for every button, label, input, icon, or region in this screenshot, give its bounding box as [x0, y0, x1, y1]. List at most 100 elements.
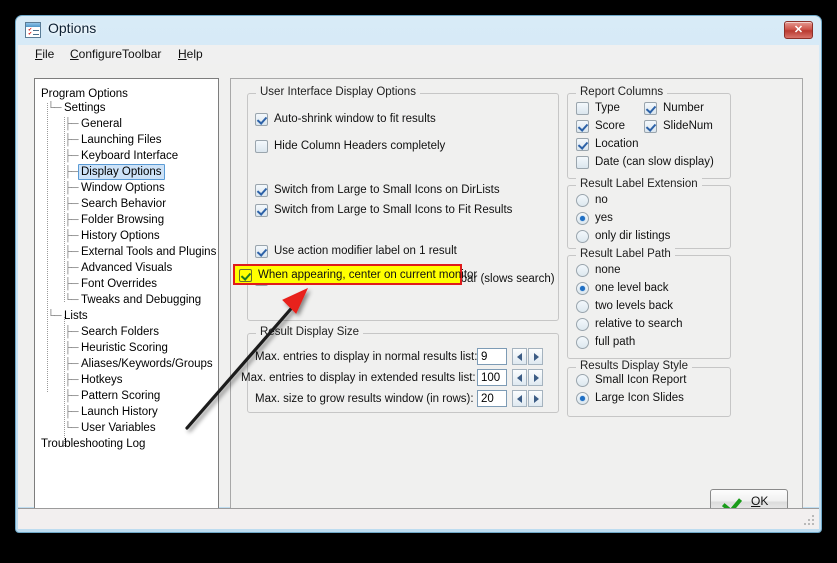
tree-item-keyboard-interface[interactable]: Keyboard Interface	[81, 149, 178, 163]
checkbox-box	[255, 204, 268, 217]
tree-item-heuristic-scoring[interactable]: Heuristic Scoring	[81, 341, 168, 355]
label-max-entries-normal: Max. entries to display in normal result…	[255, 351, 478, 363]
group-report-columns-title: Report Columns	[576, 86, 668, 98]
checkbox-label: Auto-shrink window to fit results	[274, 113, 436, 125]
radio-label: none	[595, 264, 621, 276]
input-max-entries-normal[interactable]: 9	[477, 348, 507, 365]
tree-item-pattern-scoring[interactable]: Pattern Scoring	[81, 389, 160, 403]
tree-item-general[interactable]: General	[81, 117, 122, 131]
radio-dot	[576, 318, 589, 331]
tree-item-program-options[interactable]: Program Options	[41, 87, 128, 101]
window-title: Options	[48, 20, 97, 36]
radio-label: Large Icon Slides	[595, 392, 684, 404]
input-max-grow-rows[interactable]: 20	[477, 390, 507, 407]
checkbox-box	[576, 120, 589, 133]
radio-label: two levels back	[595, 300, 673, 312]
tree-item-folder-browsing[interactable]: Folder Browsing	[81, 213, 164, 227]
spinner-max-entries-extended[interactable]	[512, 369, 544, 386]
tree-item-launching-files[interactable]: Launching Files	[81, 133, 162, 147]
label-max-entries-extended: Max. entries to display in extended resu…	[241, 372, 476, 384]
menu-help[interactable]: Help	[173, 47, 208, 62]
checkbox-label: Location	[595, 138, 639, 150]
tree-item-advanced-visuals[interactable]: Advanced Visuals	[81, 261, 172, 275]
tree-item-launch-history[interactable]: Launch History	[81, 405, 158, 419]
input-max-entries-extended[interactable]: 100	[477, 369, 507, 386]
group-results-display-style-title: Results Display Style	[576, 360, 693, 372]
checkbox-box	[576, 156, 589, 169]
radio-dot	[576, 282, 589, 295]
group-result-display-size-title: Result Display Size	[256, 326, 364, 338]
tree-item-hotkeys[interactable]: Hotkeys	[81, 373, 123, 387]
tree-item-troubleshooting-log[interactable]: Troubleshooting Log	[41, 437, 145, 451]
radio-label: full path	[595, 336, 636, 348]
checkbox-label: SlideNum	[663, 120, 713, 132]
tree-item-external-tools-and-plugins[interactable]: External Tools and Plugins	[81, 245, 216, 259]
spinner-decrement-icon[interactable]	[512, 369, 527, 386]
spinner-decrement-icon[interactable]	[512, 390, 527, 407]
spinner-increment-icon[interactable]	[528, 348, 543, 365]
client-area: Program Options └─ Settings ├─ General ├…	[18, 64, 819, 525]
checkbox-box	[576, 102, 589, 115]
spinner-max-entries-normal[interactable]	[512, 348, 544, 365]
checkbox-box	[644, 120, 657, 133]
checkbox-box	[255, 113, 268, 126]
options-window-icon: ✔ ✔	[25, 22, 41, 38]
radio-label: one level back	[595, 282, 669, 294]
checkbox-box	[644, 102, 657, 115]
group-result-label-extension-title: Result Label Extension	[576, 178, 702, 190]
radio-label: Small Icon Report	[595, 374, 687, 386]
checkbox-label: Score	[595, 120, 626, 132]
checkbox-box	[576, 138, 589, 151]
radio-dot	[576, 230, 589, 243]
settings-panel: User Interface Display Options Auto-shri…	[230, 78, 803, 525]
radio-label: yes	[595, 212, 613, 224]
checkbox-label: Switch from Large to Small Icons to Fit …	[274, 204, 513, 216]
radio-label: no	[595, 194, 608, 206]
checkbox-box	[255, 184, 268, 197]
menu-bar: File ConfigureToolbar Help	[18, 45, 819, 65]
resize-grip[interactable]	[804, 515, 816, 527]
group-ui-display-options-title: User Interface Display Options	[256, 86, 420, 98]
checkbox-label: Use action modifier label on 1 result	[274, 245, 457, 257]
spinner-max-grow-rows[interactable]	[512, 390, 544, 407]
checkbox-label: Type	[595, 102, 620, 114]
close-icon[interactable]: ✕	[784, 21, 813, 39]
checkbox-label: Number	[663, 102, 704, 114]
tree-item-window-options[interactable]: Window Options	[81, 181, 165, 195]
menu-configure-toolbar[interactable]: ConfigureToolbar	[65, 47, 166, 62]
radio-dot	[576, 336, 589, 349]
spinner-decrement-icon[interactable]	[512, 348, 527, 365]
spinner-increment-icon[interactable]	[528, 390, 543, 407]
checkbox-box	[255, 245, 268, 258]
tree-item-search-folders[interactable]: Search Folders	[81, 325, 159, 339]
options-tree[interactable]: Program Options └─ Settings ├─ General ├…	[34, 78, 219, 525]
ok-button-label: OK	[751, 494, 769, 508]
title-bar: ✔ ✔ Options ✕	[16, 16, 821, 45]
checkbox-box	[255, 140, 268, 153]
radio-dot	[576, 212, 589, 225]
tree-item-display-options[interactable]: Display Options	[78, 164, 165, 180]
tree-item-history-options[interactable]: History Options	[81, 229, 160, 243]
tree-item-search-behavior[interactable]: Search Behavior	[81, 197, 166, 211]
tree-item-settings[interactable]: Settings	[64, 101, 106, 115]
radio-dot	[576, 300, 589, 313]
tree-item-tweaks-and-debugging[interactable]: Tweaks and Debugging	[81, 293, 201, 307]
radio-label: relative to search	[595, 318, 683, 330]
tree-item-lists[interactable]: Lists	[64, 309, 88, 323]
checkbox-label: Hide Column Headers completely	[274, 140, 446, 152]
checkbox-label: Date (can slow display)	[595, 156, 714, 168]
tree-item-user-variables[interactable]: User Variables	[81, 421, 156, 435]
tree-item-aliases-keywords-groups[interactable]: Aliases/Keywords/Groups	[81, 357, 213, 371]
tree-item-font-overrides[interactable]: Font Overrides	[81, 277, 157, 291]
radio-dot	[576, 392, 589, 405]
highlighted-option-when-appearing-center-on-current-monitor[interactable]: When appearing, center on current monito…	[233, 264, 477, 285]
status-bar	[18, 508, 819, 529]
radio-label: only dir listings	[595, 230, 671, 242]
checkbox-label: When appearing, center on current monito…	[258, 269, 478, 281]
menu-file[interactable]: File	[30, 47, 59, 62]
checkbox-box	[239, 269, 252, 282]
radio-dot	[576, 264, 589, 277]
group-result-label-path-title: Result Label Path	[576, 248, 675, 260]
spinner-increment-icon[interactable]	[528, 369, 543, 386]
label-max-grow-rows: Max. size to grow results window (in row…	[255, 393, 474, 405]
